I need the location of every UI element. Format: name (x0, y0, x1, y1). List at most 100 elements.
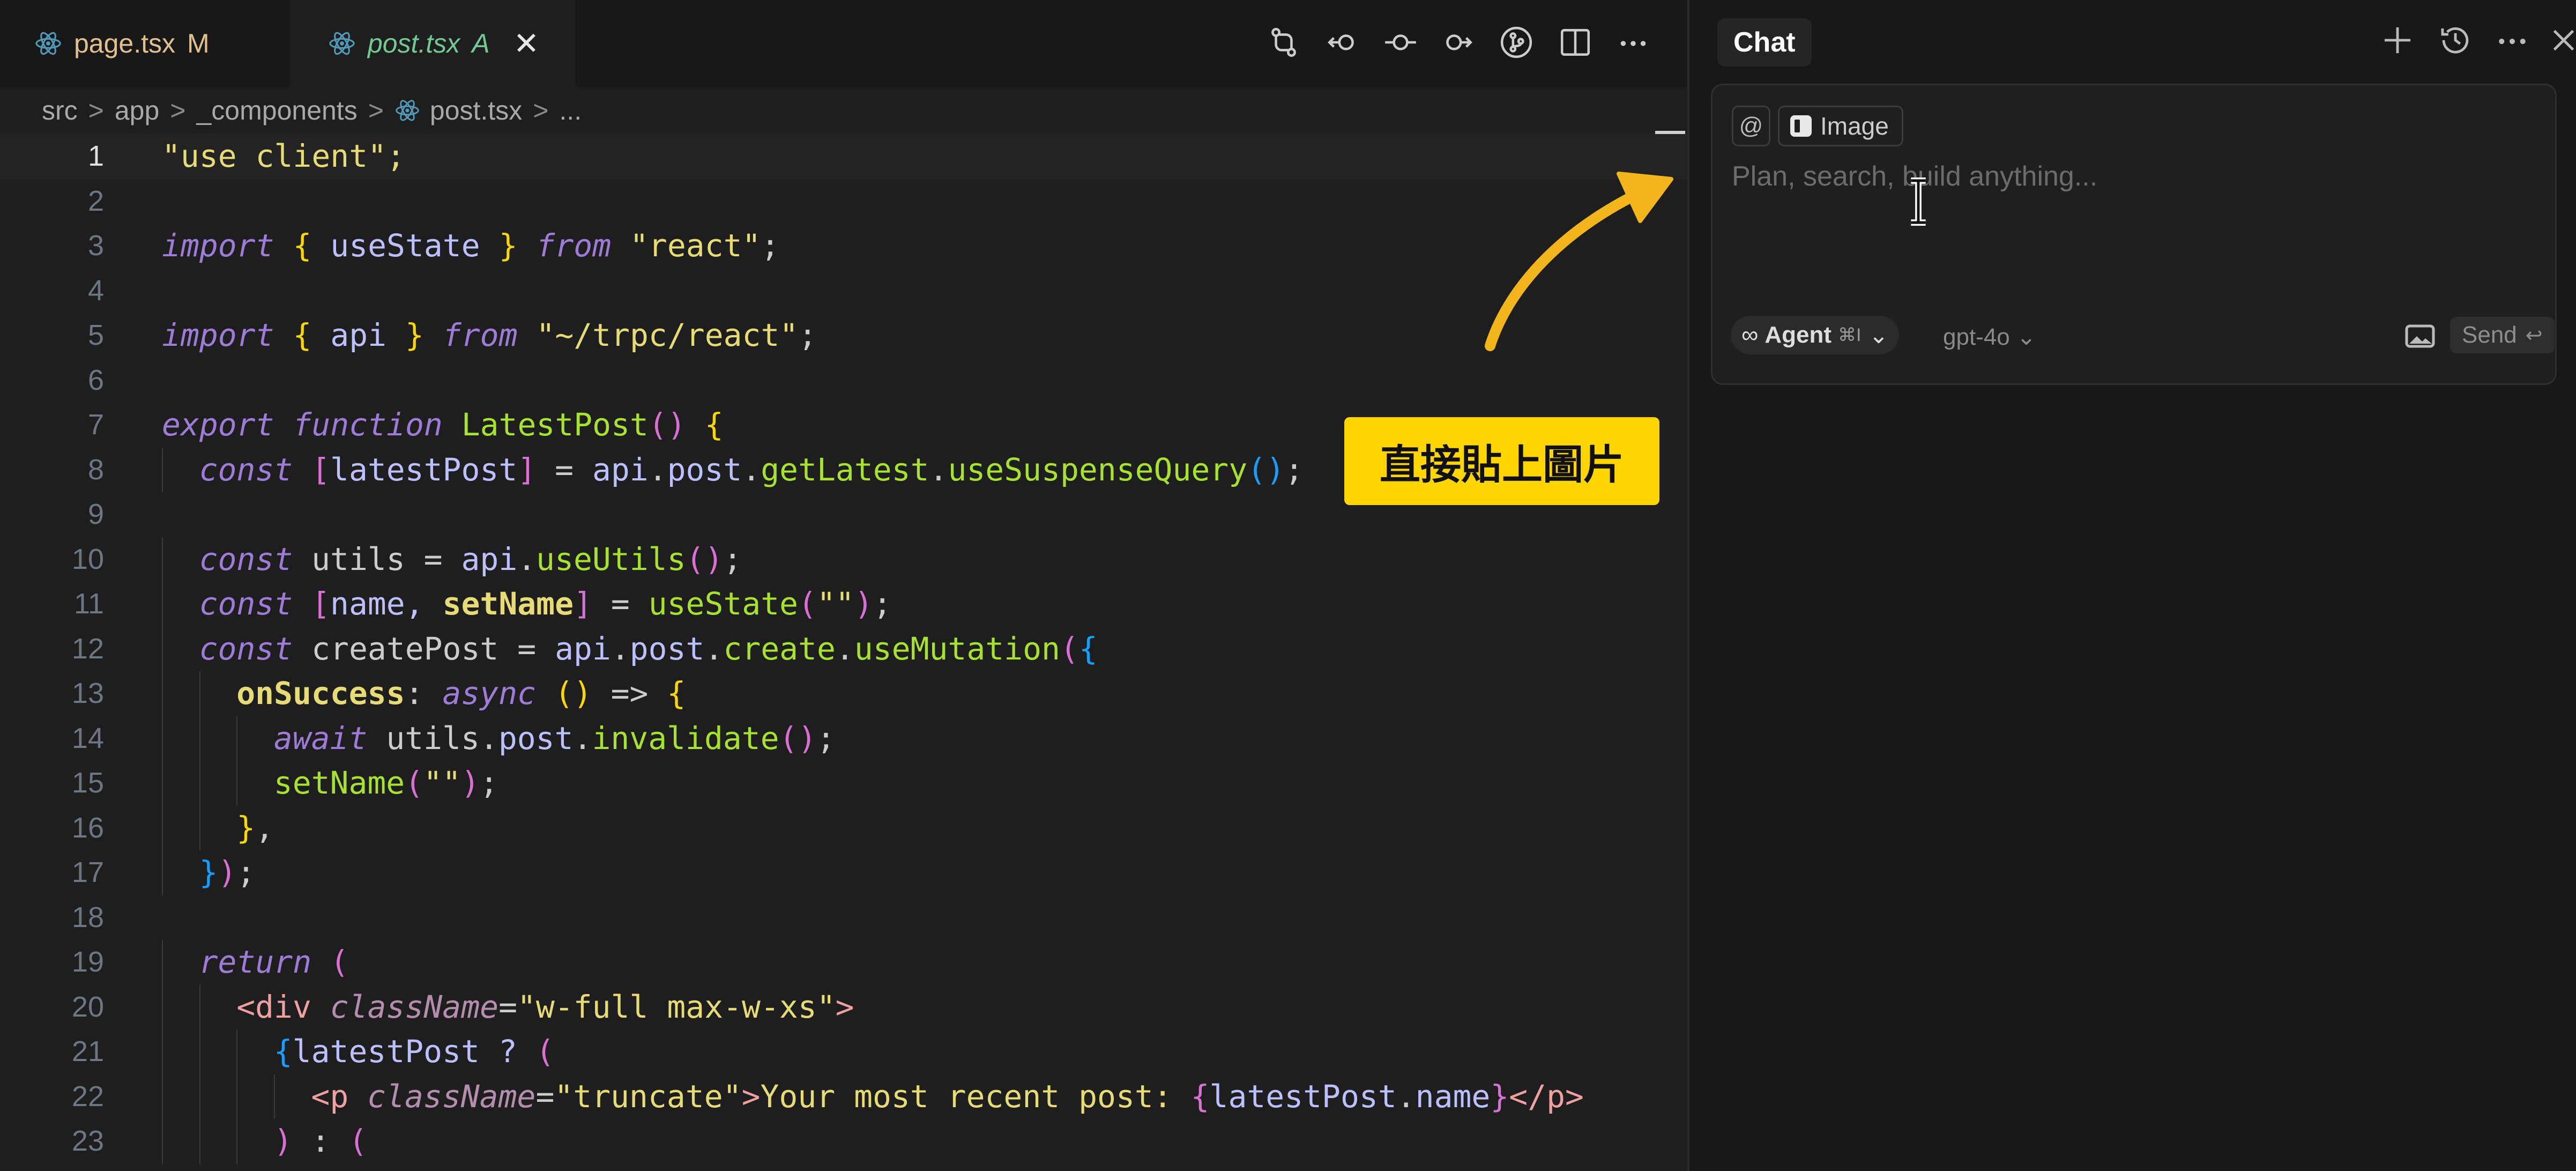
add-icon[interactable] (2379, 21, 2416, 59)
code-token: ) (218, 854, 237, 891)
breadcrumb-item[interactable]: src (42, 95, 78, 126)
code-line[interactable]: 16}, (0, 805, 1687, 850)
code-line[interactable]: 14 await utils.post.invalidate(); (0, 716, 1687, 761)
indent-guide (162, 537, 163, 582)
code-text: import { api } from "~/trpc/react"; (162, 313, 817, 358)
code-line[interactable]: 3 import { useState } from "react"; (0, 224, 1687, 269)
chat-composer[interactable]: @ Image Plan, search, build anything... … (1711, 84, 2557, 385)
code-line[interactable]: 19 return ( (0, 940, 1687, 985)
close-icon[interactable] (2545, 21, 2576, 59)
code-line[interactable]: 6 (0, 358, 1687, 403)
go-forward-icon[interactable] (1440, 25, 1475, 60)
agent-mode-dropdown[interactable]: ∞ Agent ⌘I ⌄ (1731, 316, 1900, 354)
git-compare-icon[interactable] (1266, 25, 1301, 60)
send-button[interactable]: Send ↩ (2450, 317, 2555, 353)
code-token: ] (517, 451, 537, 488)
model-selector[interactable]: gpt-4o ⌄ (1943, 323, 2036, 351)
chat-title[interactable]: Chat (1717, 18, 1812, 66)
breadcrumb-item[interactable]: ... (559, 95, 582, 126)
editor-tab-bar: page.tsx M post.tsx A ✕ (0, 0, 1687, 87)
code-token: = (535, 1078, 555, 1115)
more-actions-icon[interactable] (1615, 25, 1651, 60)
code-token: = (536, 451, 592, 488)
code-token: . (929, 451, 948, 488)
code-token: ; (723, 540, 742, 577)
code-line[interactable]: 15 setName(""); (0, 761, 1687, 806)
code-token: latestPost (1209, 1078, 1397, 1115)
tab-label: page.tsx (74, 28, 176, 58)
code-token: . (1396, 1078, 1416, 1115)
mention-button[interactable]: @ (1732, 106, 1770, 146)
code-editor[interactable]: page.tsx M post.tsx A ✕ src > app > _com… (0, 0, 1687, 1171)
code-text: onSuccess: async () => { (236, 671, 686, 716)
code-token: . (573, 720, 592, 757)
image-attachment-chip[interactable]: Image (1778, 106, 1903, 146)
code-token: . (835, 630, 854, 667)
code-line[interactable]: 21 {latestPost ? ( (0, 1029, 1687, 1074)
infinity-icon: ∞ (1741, 322, 1759, 348)
code-token: onSuccess (236, 675, 405, 712)
code-token: { (273, 1033, 293, 1070)
source-control-graph-icon[interactable] (1499, 25, 1534, 60)
code-token: > (741, 1078, 761, 1115)
line-number: 6 (87, 364, 104, 396)
code-line[interactable]: 5 import { api } from "~/trpc/react"; (0, 313, 1687, 358)
code-line[interactable]: 22 <p className="truncate">Your most rece… (0, 1074, 1687, 1119)
tab-page-tsx[interactable]: page.tsx M (0, 0, 289, 87)
code-token: ; (873, 586, 892, 622)
code-text: import { useState } from "react"; (162, 224, 779, 269)
line-number: 1 (87, 140, 104, 172)
code-token: post (629, 630, 705, 667)
code-token: () (554, 675, 592, 712)
tab-post-tsx[interactable]: post.tsx A ✕ (289, 0, 576, 87)
send-label: Send (2462, 322, 2517, 348)
code-text: setName(""); (274, 761, 498, 806)
image-upload-icon[interactable] (2405, 324, 2435, 348)
chevron-down-icon: ⌄ (1868, 322, 1889, 349)
code-line[interactable]: 13 onSuccess: async () => { (0, 671, 1687, 716)
breadcrumb-item[interactable]: app (115, 95, 159, 126)
code-line[interactable]: 20 <div className="w-full max-w-xs"> (0, 984, 1687, 1029)
code-line[interactable]: 2 (0, 179, 1687, 224)
annotation-arrow (1485, 172, 1673, 351)
split-editor-icon[interactable] (1558, 25, 1593, 60)
code-token: () (779, 720, 817, 757)
breadcrumb-separator: > (533, 95, 549, 125)
breadcrumb-item[interactable]: _components (197, 95, 358, 126)
line-number: 16 (71, 811, 104, 844)
code-token: className (330, 988, 499, 1025)
code-line[interactable]: 12 const createPost = api.post.create.use… (0, 626, 1687, 672)
code-line[interactable]: 11 const [name, setName] = useState(""); (0, 582, 1687, 627)
indent-guide (199, 671, 200, 716)
code-line[interactable]: 4 (0, 269, 1687, 314)
code-token: p (330, 1078, 349, 1115)
react-file-icon (396, 100, 419, 121)
line-number: 2 (87, 184, 104, 217)
indent-guide (199, 761, 200, 806)
code-token: = (498, 988, 517, 1025)
code-token: : (405, 675, 443, 712)
code-token: { (1190, 1078, 1210, 1115)
code-line[interactable]: 1 "use client"; (0, 134, 1687, 179)
git-commit-icon[interactable] (1383, 25, 1418, 60)
history-icon[interactable] (2437, 21, 2474, 59)
go-back-icon[interactable] (1325, 25, 1360, 60)
code-token: { (1078, 630, 1098, 667)
code-line[interactable]: 10 const utils = api.useUtils(); (0, 537, 1687, 582)
line-number: 23 (71, 1125, 104, 1157)
code-area[interactable]: 1 "use client"; 2 3 import { useState } from… (0, 134, 1687, 1164)
close-tab-icon[interactable]: ✕ (513, 25, 540, 62)
code-text: const createPost = api.post.create.useMu… (199, 627, 1098, 672)
code-line[interactable]: 17}); (0, 850, 1687, 895)
breadcrumb-item[interactable]: post.tsx (430, 95, 522, 126)
more-icon[interactable] (2493, 21, 2531, 59)
code-token: > (835, 988, 854, 1025)
code-line[interactable]: 23) : ( (0, 1119, 1687, 1164)
code-token: "use client"; (162, 138, 405, 174)
indent-guide (199, 716, 200, 761)
code-line[interactable]: 18 (0, 895, 1687, 940)
code-token: Your most recent post: (760, 1078, 1191, 1115)
